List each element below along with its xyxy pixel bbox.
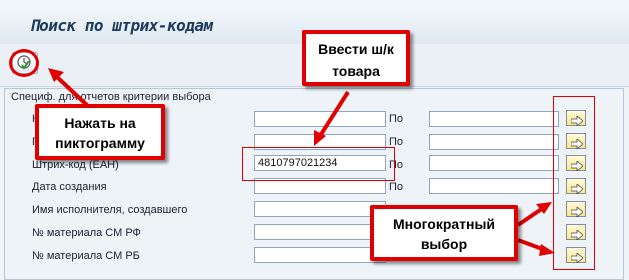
arrow-to-multiselect (516, 206, 545, 227)
callout-multiple-selection: Многократный выбор (370, 205, 518, 261)
arrow-to-barcode (318, 90, 350, 138)
callout-press-icon: Нажать на пиктограмму (35, 104, 165, 160)
callout-enter-barcode: Ввести ш/к товара (302, 30, 410, 86)
